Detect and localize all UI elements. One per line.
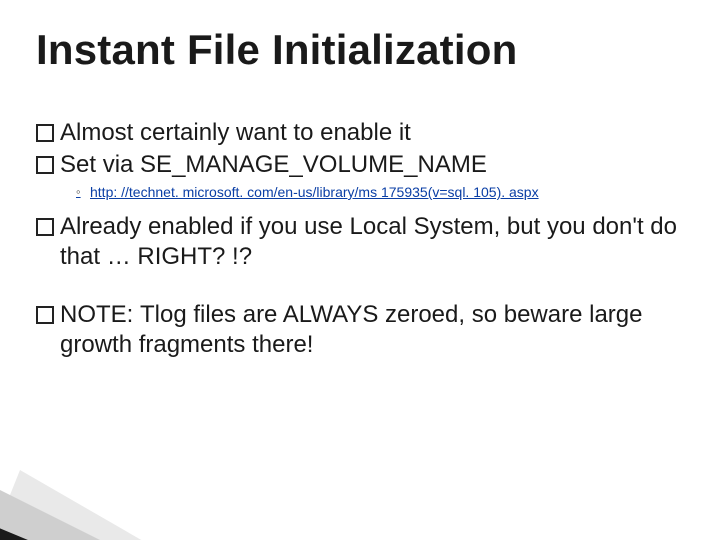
slide: Instant File Initialization Almost certa…: [0, 0, 720, 540]
bullet-4: NOTE: Tlog files are ALWAYS zeroed, so b…: [36, 300, 680, 360]
bullet-lead: Almost: [60, 119, 140, 146]
link-text: http: //technet. microsoft. com/en-us/li…: [90, 184, 539, 200]
bullet-rest: Tlog files are ALWAYS zeroed, so beware …: [60, 301, 642, 358]
bullet-lead: NOTE:: [60, 301, 140, 328]
bullet-lead: Already: [60, 213, 148, 240]
corner-decoration: [0, 410, 280, 540]
bullet-rest: via SE_MANAGE_VOLUME_NAME: [103, 151, 487, 178]
bullet-1: Almost certainly want to enable it: [36, 118, 680, 148]
spacer: [36, 272, 680, 298]
checkbox-icon: [36, 124, 54, 142]
bullet-text: Almost certainly want to enable it: [60, 118, 411, 148]
sub-bullet-link[interactable]: ◦ http: //technet. microsoft. com/en-us/…: [76, 184, 680, 200]
bullet-text: NOTE: Tlog files are ALWAYS zeroed, so b…: [60, 300, 680, 360]
bullet-lead: Set: [60, 151, 103, 178]
checkbox-icon: [36, 218, 54, 236]
bullet-text: Set via SE_MANAGE_VOLUME_NAME: [60, 150, 487, 180]
bullet-rest: certainly want to enable it: [140, 119, 411, 146]
checkbox-icon: [36, 156, 54, 174]
bullet-rest: enabled if you use Local System, but you…: [60, 213, 677, 270]
chevron-icon: ◦: [76, 184, 86, 199]
bullet-text: Already enabled if you use Local System,…: [60, 212, 680, 272]
slide-title: Instant File Initialization: [36, 26, 517, 74]
bullet-3: Already enabled if you use Local System,…: [36, 212, 680, 272]
bullet-2: Set via SE_MANAGE_VOLUME_NAME: [36, 150, 680, 180]
checkbox-icon: [36, 306, 54, 324]
slide-body: Almost certainly want to enable it Set v…: [36, 116, 680, 360]
